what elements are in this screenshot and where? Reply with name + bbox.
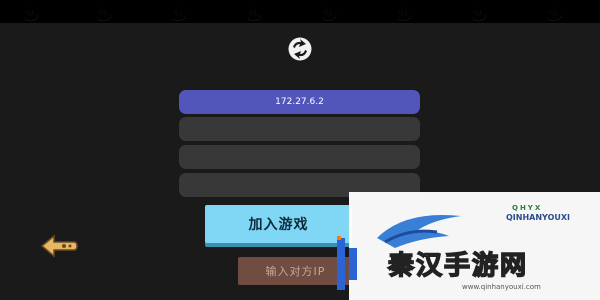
game-logo-icon [288,37,312,61]
server-ip-field[interactable] [179,145,420,169]
server-ip-field[interactable] [179,90,420,114]
enter-peer-ip-button[interactable]: 输入对方IP [238,257,353,285]
server-ip-field[interactable] [179,117,420,141]
join-game-button[interactable]: 加入游戏 [205,205,352,243]
back-arrow-icon[interactable] [40,232,78,260]
server-ip-field[interactable] [179,173,420,197]
